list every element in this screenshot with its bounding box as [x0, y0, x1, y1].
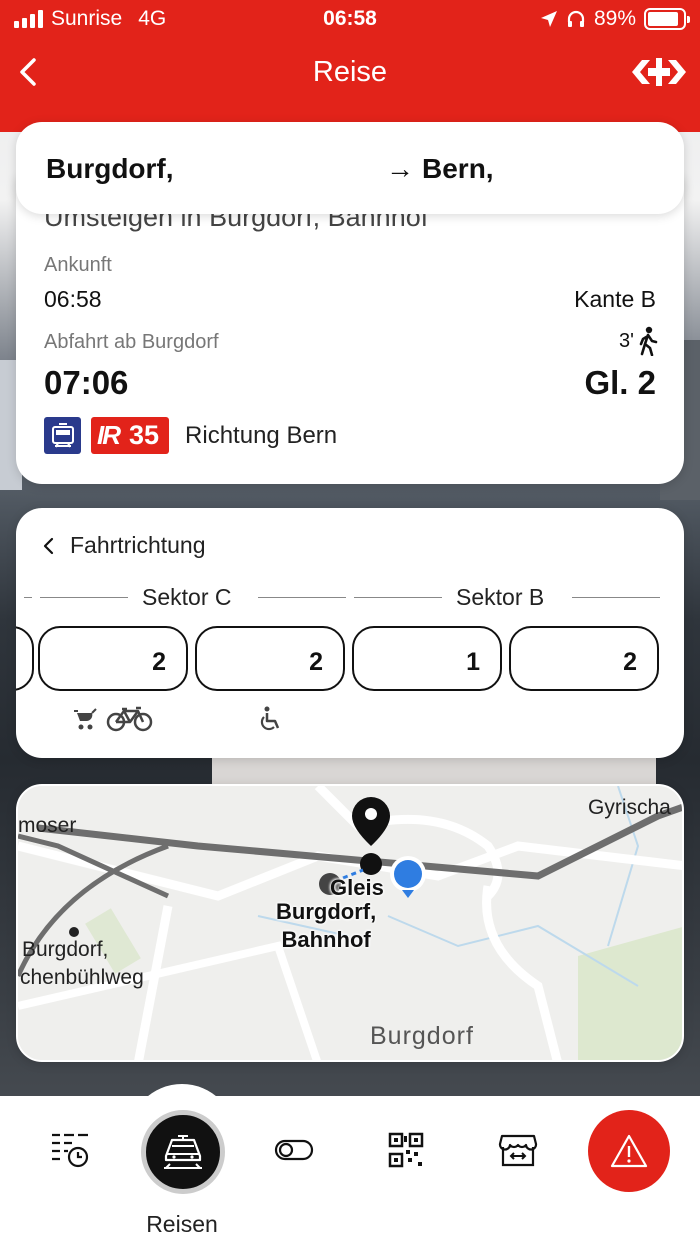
station-map[interactable]: Gyrischa moser Gleis Burgdorf, Bahnhof B…: [16, 784, 684, 1062]
departure-platform: Gl. 2: [584, 364, 656, 401]
sbb-logo-icon[interactable]: [632, 56, 686, 88]
direction-label: Fahrtrichtung: [70, 532, 206, 558]
wheelchair-icon: [260, 706, 280, 731]
app-header: Sunrise 4G 06:58 89% Reise: [0, 0, 700, 132]
transfer-minutes: 3': [619, 329, 634, 352]
battery-icon: [644, 8, 690, 30]
stroller-icon: [74, 708, 97, 730]
bicycle-icon: [106, 706, 153, 732]
departure-label: Abfahrt ab Burgdorf: [44, 331, 219, 353]
headphones-icon: [567, 10, 585, 27]
route-destination-row: → Bern,: [386, 153, 494, 185]
toggle-icon: [274, 1139, 314, 1161]
tab-shop[interactable]: [496, 1128, 540, 1172]
status-bar: Sunrise 4G 06:58 89%: [0, 0, 700, 40]
line-number: 35: [129, 420, 160, 450]
arrival-time: 06:58: [44, 286, 102, 312]
train-icon: [164, 1135, 202, 1169]
arrow-right-icon: →: [386, 153, 414, 184]
departure-time: 07:06: [44, 364, 129, 401]
qr-code-icon: [388, 1132, 424, 1168]
wagon[interactable]: 2: [195, 626, 345, 691]
shop-icon: [498, 1134, 538, 1167]
wagon-amenities: [258, 706, 282, 732]
line-type: IR: [97, 420, 121, 450]
direction-text: Richtung Bern: [185, 421, 338, 449]
tab-journey-label: Reisen: [146, 1211, 218, 1237]
sector-divider: [40, 597, 128, 598]
battery-percent: 89%: [593, 7, 636, 30]
train-product-icon: [44, 417, 81, 454]
wagon-amenities: [74, 706, 154, 732]
walking-person-icon: [639, 326, 658, 356]
nav-bar: Reise: [0, 44, 700, 104]
wagon[interactable]: 2: [38, 626, 188, 691]
page-title: Reise: [312, 56, 388, 88]
tab-tickets[interactable]: [384, 1128, 428, 1172]
map-label-place: Gyrischa: [588, 796, 671, 819]
map-label-station: Burgdorf, Bahnhof: [276, 899, 377, 952]
tab-timetable[interactable]: [48, 1128, 92, 1172]
sector-divider: [24, 597, 32, 598]
tab-bar: Reisen: [0, 1084, 700, 1245]
status-right: 89%: [540, 7, 690, 31]
wagon[interactable]: [16, 626, 34, 691]
map-label-town: Burgdorf: [370, 1022, 474, 1050]
direction-of-travel[interactable]: Fahrtrichtung: [42, 532, 206, 559]
warning-icon: [610, 1134, 648, 1168]
chevron-left-icon: [43, 537, 54, 554]
route-origin: Burgdorf,: [46, 153, 174, 184]
tab-toggle[interactable]: [272, 1128, 316, 1172]
map-label-place: moser: [18, 814, 77, 837]
disruption-alert-button[interactable]: [588, 1110, 670, 1192]
arrival-platform: Kante B: [574, 286, 656, 312]
transfer-walk-time: 3': [619, 326, 658, 356]
route-summary-card: Burgdorf, → Bern,: [16, 122, 684, 214]
arrival-label: Ankunft: [44, 254, 112, 276]
location-arrow-icon: [540, 11, 557, 27]
wagon[interactable]: 1: [352, 626, 502, 691]
wagon[interactable]: 2: [509, 626, 659, 691]
sector-divider: [572, 597, 660, 598]
timetable-icon: [52, 1133, 89, 1168]
tab-journey[interactable]: [141, 1110, 225, 1194]
route-destination: Bern,: [422, 153, 494, 184]
sector-divider: [258, 597, 346, 598]
sector-label: Sektor C: [128, 584, 246, 611]
map-label-stop: chenbühlweg: [20, 966, 144, 989]
product-row: IR 35 Richtung Bern: [44, 417, 337, 454]
connection-card: Umsteigen in Burgdorf, Bahnhof Ankunft 0…: [16, 176, 684, 484]
map-label-stop: Burgdorf,: [22, 938, 109, 961]
sector-label: Sektor B: [442, 584, 559, 611]
line-badge: IR 35: [91, 417, 170, 454]
sector-divider: [354, 597, 442, 598]
train-formation-card: Fahrtrichtung Sektor C Sektor B 2 2 1 2: [16, 508, 684, 758]
